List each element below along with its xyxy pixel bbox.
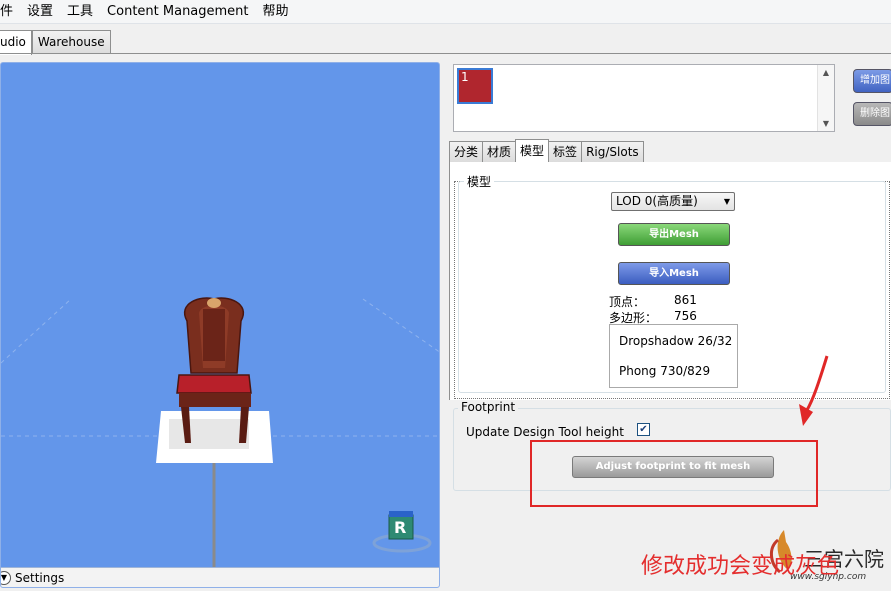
polygons-value: 756 bbox=[674, 309, 697, 323]
menu-tools[interactable]: 工具 bbox=[60, 0, 100, 24]
footprint-group-title: Footprint bbox=[458, 400, 519, 414]
shader-line: Dropshadow 26/32 bbox=[619, 334, 733, 348]
lod-selected-value: LOD 0(高质量) bbox=[616, 194, 698, 208]
add-swatch-button[interactable]: 增加图 bbox=[853, 69, 891, 93]
export-mesh-button[interactable]: 导出Mesh bbox=[618, 223, 730, 246]
shader-stats-box: Dropshadow 26/32 Phong 730/829 bbox=[609, 324, 738, 388]
settings-label: Settings bbox=[15, 570, 65, 585]
settings-bar[interactable]: ▼ Settings bbox=[1, 567, 439, 587]
update-height-checkbox[interactable]: ✔ bbox=[637, 423, 650, 436]
model-group-title: 模型 bbox=[464, 173, 495, 190]
gizmo-letter: R bbox=[394, 518, 407, 537]
menu-bar: 件 设置 工具 Content Management 帮助 bbox=[0, 0, 891, 24]
red-arrow-icon bbox=[799, 355, 829, 426]
lod-dropdown[interactable]: LOD 0(高质量) ▼ bbox=[611, 192, 735, 211]
dropdown-arrow-icon: ▼ bbox=[723, 197, 730, 206]
menu-content-management[interactable]: Content Management bbox=[100, 0, 255, 24]
highlight-box bbox=[530, 440, 818, 507]
scroll-up-icon[interactable]: ▲ bbox=[818, 68, 834, 77]
vertices-value: 861 bbox=[674, 293, 697, 307]
tab-rig-slots[interactable]: Rig/Slots bbox=[581, 141, 644, 162]
swatch-scrollbar[interactable]: ▲ ▼ bbox=[817, 65, 834, 131]
vertices-label: 顶点： bbox=[609, 295, 646, 309]
tab-tags[interactable]: 标签 bbox=[548, 141, 583, 162]
tab-studio[interactable]: udio bbox=[0, 30, 32, 55]
import-mesh-button[interactable]: 导入Mesh bbox=[618, 262, 730, 285]
annotation-caption: 修改成功会变成灰色 bbox=[641, 554, 840, 579]
swatch-number: 1 bbox=[461, 70, 469, 84]
swatch-list[interactable]: 1 ▲ ▼ bbox=[453, 64, 835, 132]
shader-line: Phong 730/829 bbox=[619, 364, 711, 378]
tab-material[interactable]: 材质 bbox=[482, 141, 517, 162]
tab-divider bbox=[0, 53, 891, 54]
update-height-label: Update Design Tool height bbox=[466, 425, 624, 439]
menu-settings[interactable]: 设置 bbox=[20, 0, 60, 24]
delete-swatch-button[interactable]: 删除图 bbox=[853, 102, 891, 126]
tab-model[interactable]: 模型 bbox=[515, 139, 550, 162]
viewport-grid bbox=[1, 297, 439, 568]
menu-file[interactable]: 件 bbox=[0, 0, 20, 24]
3d-viewport[interactable]: R ▼ Settings bbox=[0, 62, 440, 588]
top-tabs: udio Warehouse bbox=[0, 30, 111, 55]
tab-warehouse[interactable]: Warehouse bbox=[31, 30, 111, 54]
scroll-down-icon[interactable]: ▼ bbox=[818, 119, 834, 128]
expand-chevron-icon[interactable]: ▼ bbox=[1, 570, 11, 585]
swatch-item[interactable]: 1 bbox=[457, 68, 493, 104]
sub-tabs: 分类 材质 模型 标签 Rig/Slots bbox=[449, 139, 644, 163]
menu-help[interactable]: 帮助 bbox=[256, 0, 296, 24]
tab-category[interactable]: 分类 bbox=[449, 141, 484, 162]
